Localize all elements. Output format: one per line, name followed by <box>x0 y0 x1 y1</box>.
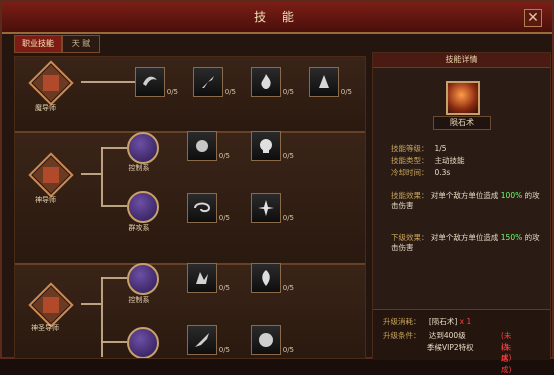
orb-icon <box>259 333 273 347</box>
connector <box>81 173 101 175</box>
panel-title: 技能详情 <box>373 53 550 68</box>
upgrade-condition-2: 季候VIP2特权 (未达成) <box>427 343 512 374</box>
close-icon[interactable]: ✕ <box>524 9 542 27</box>
skill-slot[interactable]: 0/5 <box>251 325 294 355</box>
upgrade-section: 升级消耗： [陨石术] x 1 升级条件： 达到400级 (未达成) 季候VIP… <box>373 309 550 374</box>
spike-icon <box>319 75 329 88</box>
skill-level: 0/5 <box>218 284 230 292</box>
detail-cooldown: 冷却时间： 0.3s <box>391 168 451 177</box>
connector <box>81 81 135 83</box>
connector <box>101 277 127 279</box>
class-label-2: 神导师 <box>35 196 56 204</box>
branch-emblem[interactable] <box>127 327 159 358</box>
skill-slot[interactable]: 0/5 <box>309 67 352 97</box>
shard-icon <box>196 272 208 284</box>
branch-label: 控制系 <box>128 296 150 304</box>
light-icon <box>258 200 274 216</box>
skill-slot[interactable]: 0/5 <box>193 67 236 97</box>
skill-slot[interactable]: 0/5 <box>187 131 230 161</box>
flame-icon <box>262 270 270 286</box>
slash-icon <box>202 76 214 88</box>
connector <box>101 205 127 207</box>
skill-level: 0/5 <box>282 284 294 292</box>
window-title: 技 能 <box>254 10 300 24</box>
skills-window: 技 能 ✕ 职业技能 天 赋 魔导师 0/5 0/5 0/5 0/5 神导师 控… <box>0 0 554 374</box>
class-label-1: 魔导师 <box>35 104 56 112</box>
burst-icon <box>196 140 208 152</box>
skill-slot[interactable]: 0/5 <box>251 193 294 223</box>
skill-level: 0/5 <box>282 152 294 160</box>
skill-slot[interactable]: 0/5 <box>187 263 230 293</box>
skill-slot[interactable]: 0/5 <box>135 67 178 97</box>
branch-emblem[interactable] <box>127 191 159 223</box>
meteor-icon <box>446 81 480 115</box>
upgrade-condition-1: 升级条件： 达到400级 (未达成) <box>383 331 512 362</box>
branch-emblem[interactable] <box>127 263 159 295</box>
connector <box>101 341 127 343</box>
upgrade-cost: 升级消耗： [陨石术] x 1 <box>383 317 472 326</box>
class-label-3: 神圣导师 <box>31 324 59 332</box>
connector <box>101 147 127 149</box>
blade-icon <box>195 333 209 347</box>
tab-talents[interactable]: 天 赋 <box>62 35 100 53</box>
skull-icon <box>260 139 272 153</box>
connector <box>101 147 103 205</box>
skill-level: 0/5 <box>224 88 236 96</box>
skill-level: 0/5 <box>218 346 230 354</box>
skill-slot[interactable]: 0/5 <box>251 263 294 293</box>
skill-name: 陨石术 <box>433 116 491 130</box>
branch-label: 控制系 <box>128 164 150 172</box>
skill-level: 0/5 <box>282 214 294 222</box>
skill-slot[interactable]: 0/5 <box>187 325 230 355</box>
detail-level: 技能等级： 1/5 <box>391 144 447 153</box>
branch-label: 群攻系 <box>128 224 150 232</box>
skill-details-panel: 技能详情 陨石术 技能等级： 1/5 技能类型： 主动技能 冷却时间： 0.3s 技能… <box>372 52 551 374</box>
skill-level: 0/5 <box>282 346 294 354</box>
skill-tree-panel: 魔导师 0/5 0/5 0/5 0/5 神导师 控制系 群攻系 0/5 0/5 … <box>14 56 366 359</box>
skill-slot[interactable]: 0/5 <box>187 193 230 223</box>
skill-slot[interactable]: 0/5 <box>251 67 294 97</box>
connector <box>81 303 101 305</box>
branch-emblem[interactable] <box>127 132 159 164</box>
skill-slot[interactable]: 0/5 <box>251 131 294 161</box>
tab-class-skills[interactable]: 职业技能 <box>14 35 62 53</box>
skill-level: 0/5 <box>340 88 352 96</box>
effect-next: 下级效果： 对单个敌方单位造成 150% 的攻击伤害 <box>391 233 540 252</box>
skill-level: 0/5 <box>218 214 230 222</box>
skill-level: 0/5 <box>282 88 294 96</box>
effect-current: 技能效果： 对单个敌方单位造成 100% 的攻击伤害 <box>391 191 540 210</box>
title-bar: 技 能 ✕ <box>2 2 552 34</box>
whirl-icon <box>194 202 211 213</box>
wind-icon <box>143 76 157 86</box>
detail-type: 技能类型： 主动技能 <box>391 156 465 165</box>
fire-icon <box>261 74 271 89</box>
skill-level: 0/5 <box>218 152 230 160</box>
skill-level: 0/5 <box>166 88 178 96</box>
connector <box>101 277 103 357</box>
